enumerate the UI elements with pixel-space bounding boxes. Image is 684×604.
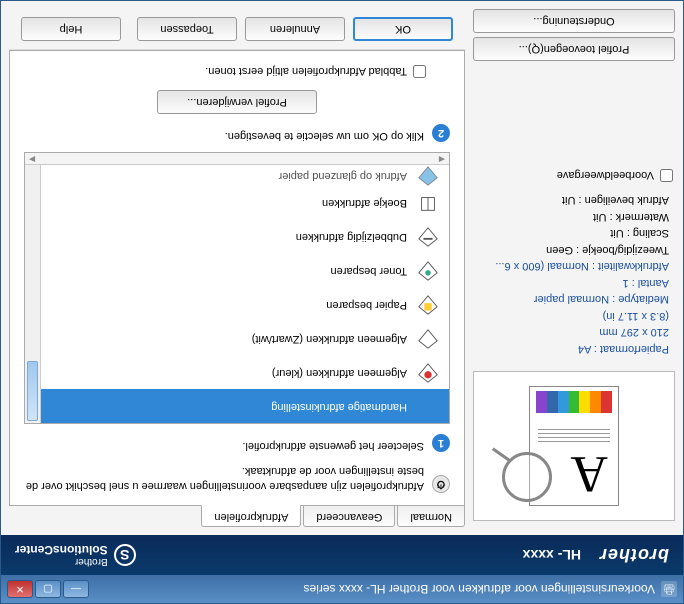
duplex-icon (417, 226, 439, 248)
step-2-text: Klik op OK om uw selectie te bevestigen. (225, 130, 424, 142)
save-paper-icon (417, 294, 439, 316)
tab-normal[interactable]: Normaal (397, 505, 465, 527)
blank-icon (417, 396, 439, 418)
diamond-color-icon (417, 362, 439, 384)
profile-item-save-toner[interactable]: Toner besparen (25, 253, 449, 287)
left-panel: A Papierformaat : A4 210 x 297 mm (8.3 x… (473, 9, 675, 527)
right-panel: Normaal Geavanceerd Afdrukprofielen ⏱ Af… (9, 9, 465, 527)
glossy-icon (417, 165, 439, 187)
minimize-button[interactable]: — (63, 580, 89, 598)
add-profile-button[interactable]: Profiel toevoegen(Q)... (473, 37, 675, 61)
brand-bar: brother HL- xxxx S Brother SolutionsCent… (1, 535, 683, 575)
always-show-checkbox[interactable] (413, 65, 426, 78)
step-1-row: 1 Selecteer het gewenste afdrukprofiel. (24, 434, 450, 452)
step-2-row: 2 Klik op OK om uw selectie te bevestige… (24, 124, 450, 142)
profile-item-booklet[interactable]: Boekje afdrukken (25, 185, 449, 219)
window-title: Voorkeursinstellingen voor afdrukken voo… (89, 582, 655, 596)
preview-checkbox-label: Voorbeeldweergave (557, 170, 654, 182)
titlebar: 🖨 Voorkeursinstellingen voor afdrukken v… (1, 575, 683, 603)
profile-item-general-color[interactable]: Algemeen afdrukken (kleur) (25, 355, 449, 389)
print-preferences-window: 🖨 Voorkeursinstellingen voor afdrukken v… (0, 0, 684, 604)
list-scrollbar[interactable] (25, 165, 41, 423)
step-1-text: Selecteer het gewenste afdrukprofiel. (242, 440, 424, 452)
magnifier-icon (502, 452, 552, 502)
maximize-button[interactable]: ▢ (35, 580, 61, 598)
diamond-bw-icon (417, 328, 439, 350)
brand-logo: brother (599, 545, 669, 566)
help-button[interactable]: Help (21, 17, 121, 41)
solutions-center-link[interactable]: S Brother SolutionsCenter (15, 543, 136, 567)
profiles-listbox[interactable]: Handmatige afdrukinstelling Algemeen afd… (24, 152, 450, 424)
apply-button[interactable]: Toepassen (137, 17, 237, 41)
clock-icon: ⏱ (432, 475, 450, 493)
tabs: Normaal Geavanceerd Afdrukprofielen (9, 505, 465, 527)
profile-item-manual[interactable]: Handmatige afdrukinstelling (25, 389, 449, 423)
step-1-icon: 1 (432, 434, 450, 452)
profiles-panel: ⏱ Afdrukprofielen zijn aanpasbare voorin… (9, 50, 465, 506)
tab-advanced[interactable]: Geavanceerd (303, 505, 395, 527)
window-controls: — ▢ ✕ (7, 580, 89, 598)
dialog-buttons: OK Annuleren Toepassen Help (9, 9, 465, 50)
app-icon: 🖨 (661, 581, 677, 597)
step-2-icon: 2 (432, 124, 450, 142)
profile-item-duplex[interactable]: Dubbelzijdig afdrukken (25, 219, 449, 253)
settings-summary: Papierformaat : A4 210 x 297 mm (8.3 x 1… (473, 190, 675, 359)
preview-checkbox[interactable] (660, 169, 673, 182)
save-toner-icon (417, 260, 439, 282)
profile-item-save-paper[interactable]: Papier besparen (25, 287, 449, 321)
booklet-icon (417, 192, 439, 214)
support-button[interactable]: Ondersteuning... (473, 9, 675, 33)
intro-text-row: ⏱ Afdrukprofielen zijn aanpasbare voorin… (24, 462, 450, 493)
scroll-hint: ◀▶ (25, 153, 449, 165)
content-area: A Papierformaat : A4 210 x 297 mm (8.3 x… (1, 1, 683, 535)
always-show-row[interactable]: Tabblad Afdrukprofielen altijd eerst ton… (24, 63, 450, 80)
model-label: HL- xxxx (523, 547, 581, 563)
ok-button[interactable]: OK (353, 17, 453, 41)
close-button[interactable]: ✕ (7, 580, 33, 598)
delete-profile-button[interactable]: Profiel verwijderen... (157, 90, 317, 114)
profile-item-general-bw[interactable]: Algemeen afdrukken (Zwart/wit) (25, 321, 449, 355)
solutions-icon: S (114, 544, 136, 566)
preview-checkbox-row[interactable]: Voorbeeldweergave (473, 165, 675, 186)
intro-text: Afdrukprofielen zijn aanpasbare voorinst… (24, 462, 424, 493)
tab-profiles[interactable]: Afdrukprofielen (201, 505, 301, 527)
page-preview: A (473, 371, 675, 521)
always-show-label: Tabblad Afdrukprofielen altijd eerst ton… (205, 66, 407, 78)
profile-item-glossy[interactable]: Afdruk op glanzend papier (25, 165, 449, 185)
cancel-button[interactable]: Annuleren (245, 17, 345, 41)
